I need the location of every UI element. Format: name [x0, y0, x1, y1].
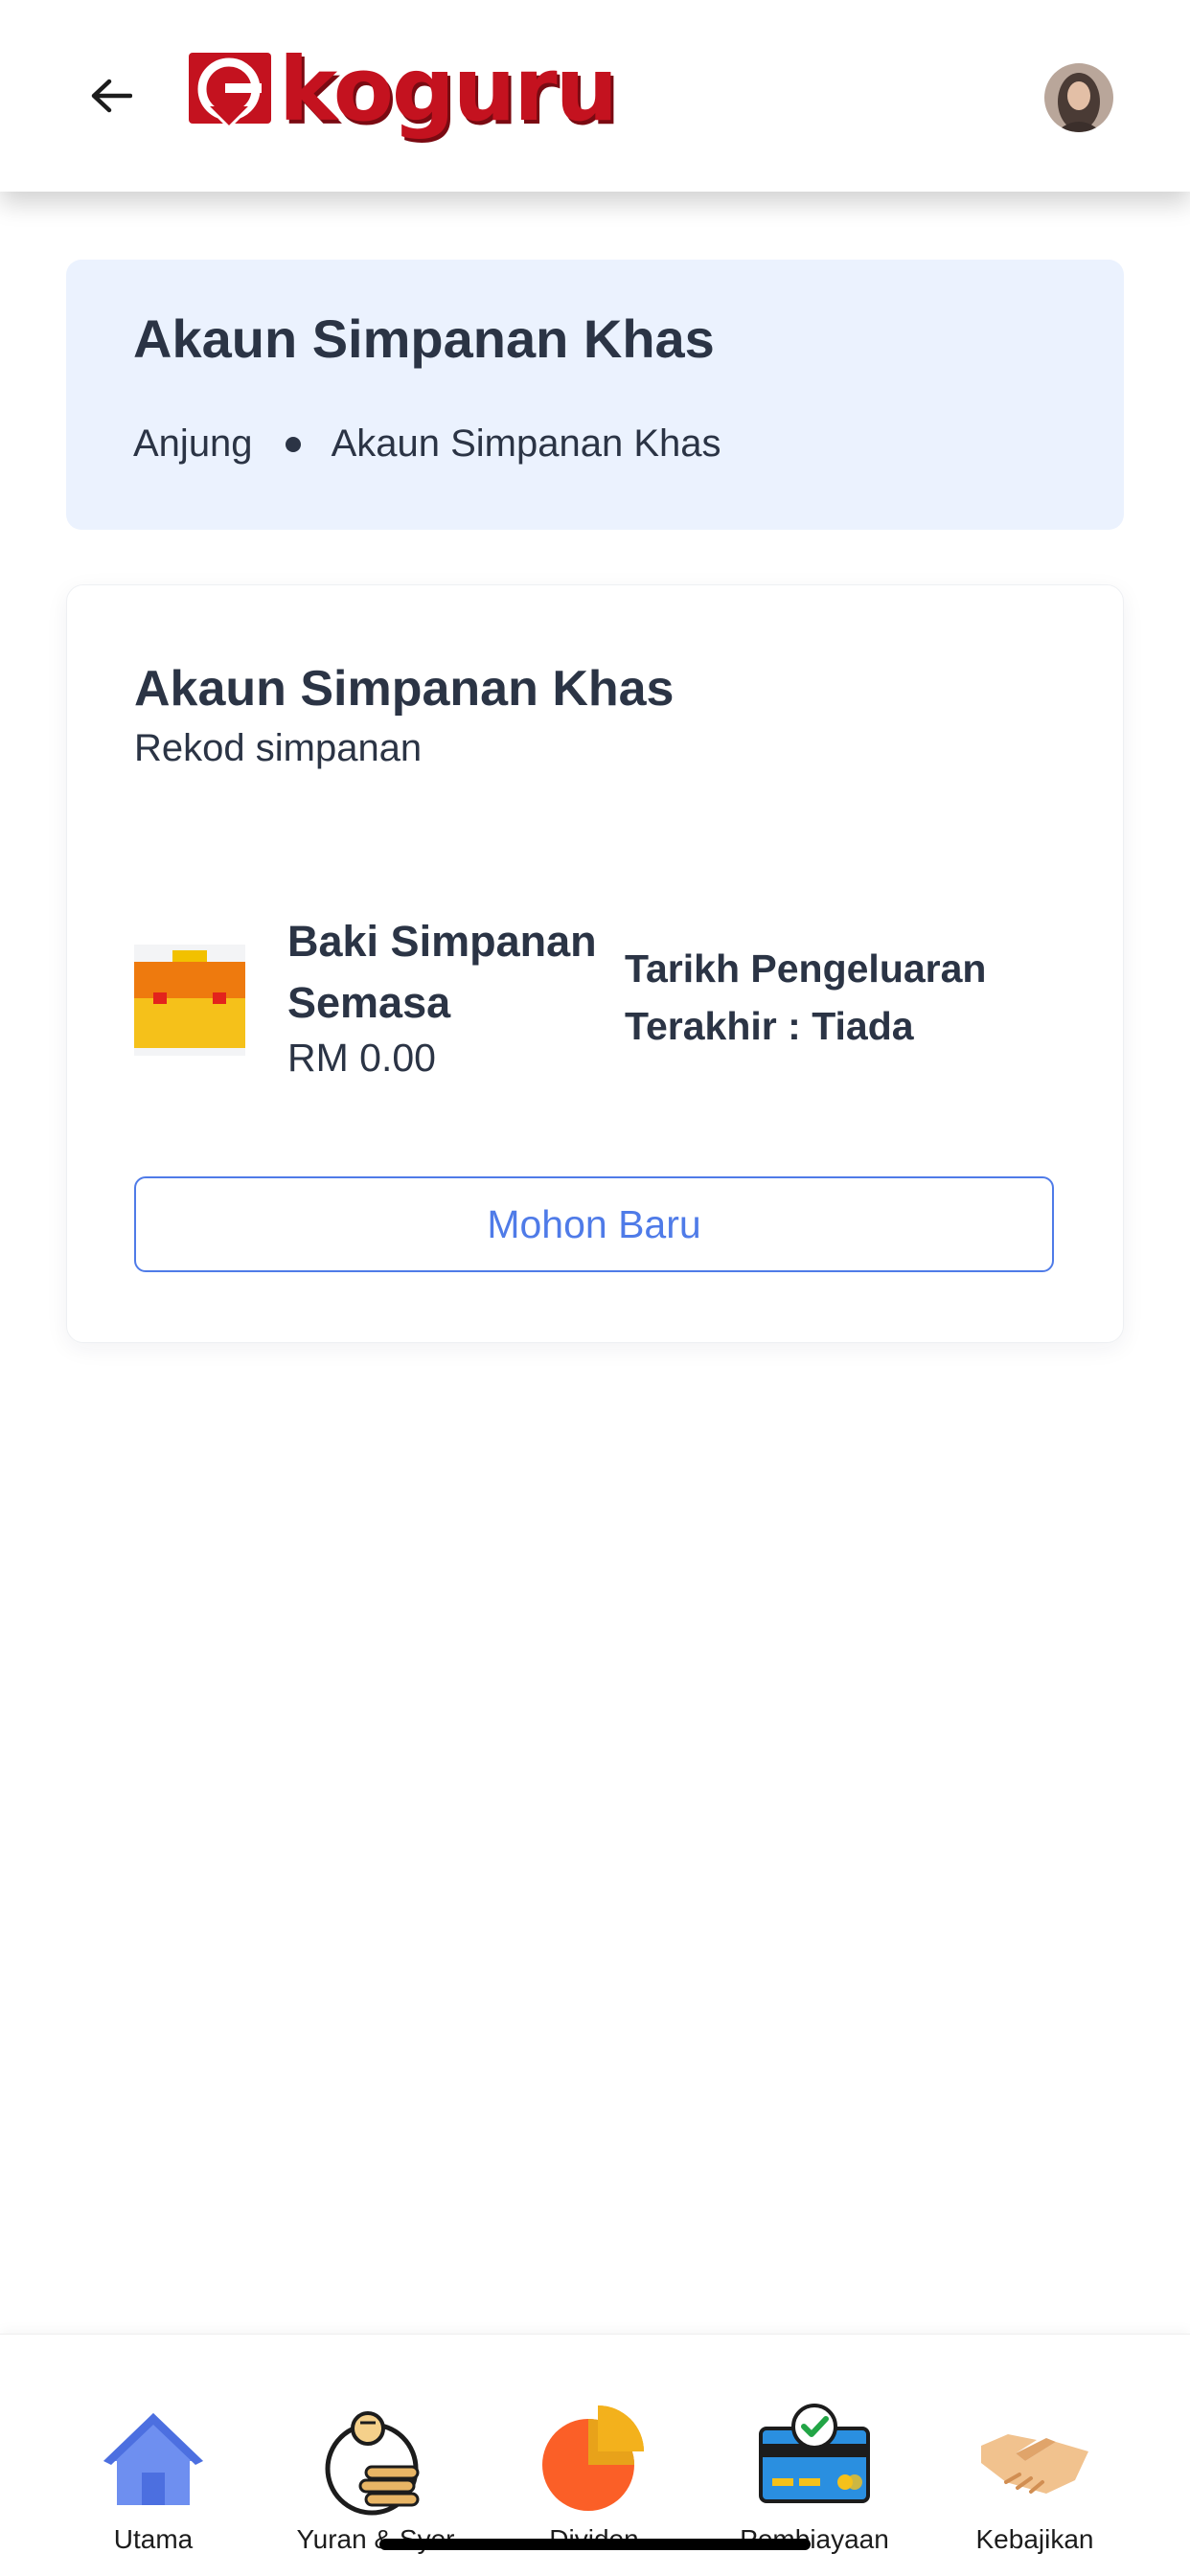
logo-text: koguru [279, 38, 618, 141]
back-button[interactable] [82, 67, 140, 125]
coins-icon [325, 2411, 420, 2516]
card-subtitle: Rekod simpanan [134, 727, 423, 769]
page-title: Akaun Simpanan Khas [133, 308, 715, 369]
arrow-left-icon [91, 79, 132, 113]
breadcrumb-current: Akaun Simpanan Khas [331, 422, 721, 465]
nav-label: Kebajikan [975, 2524, 1094, 2554]
nav-label: Utama [113, 2524, 194, 2554]
card-title: Akaun Simpanan Khas [134, 661, 675, 717]
home-icon [103, 2413, 203, 2505]
logo-mark-icon [189, 53, 271, 130]
app-header: koguru [0, 0, 1190, 192]
nav-item-utama[interactable]: Utama [38, 2335, 268, 2576]
home-indicator[interactable] [379, 2539, 811, 2550]
handshake-icon [981, 2434, 1088, 2494]
credit-card-icon [759, 2404, 870, 2503]
balance-value: RM 0.00 [287, 1036, 436, 1080]
savings-card: Akaun Simpanan Khas Rekod simpanan Baki … [66, 584, 1124, 1343]
breadcrumb-home-link[interactable]: Anjung [133, 422, 253, 466]
app-logo: koguru [187, 36, 618, 144]
breadcrumb: Anjung Akaun Simpanan Khas [133, 422, 721, 466]
user-avatar[interactable] [1044, 63, 1113, 132]
breadcrumb-separator [285, 436, 301, 452]
apply-new-button[interactable]: Mohon Baru [134, 1176, 1054, 1272]
balance-label: Baki Simpanan Semasa [287, 917, 597, 1027]
avatar-icon [1044, 63, 1113, 132]
pie-chart-icon [542, 2405, 644, 2511]
nav-item-kebajikan[interactable]: Kebajikan [920, 2335, 1150, 2576]
wallet-icon [134, 945, 245, 1056]
last-withdrawal-label: Tarikh Pengeluaran Terakhir : Tiada [625, 946, 987, 1048]
breadcrumb-card: Akaun Simpanan Khas Anjung Akaun Simpana… [66, 260, 1124, 530]
